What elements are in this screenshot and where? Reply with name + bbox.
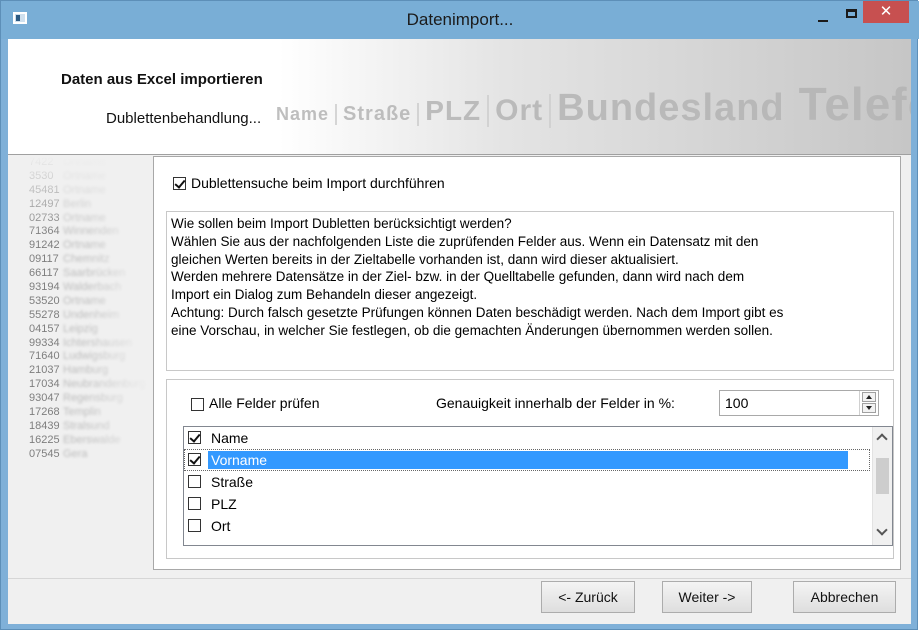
sidebar-zip: 09117 — [29, 253, 59, 266]
import-dialog-window: Datenimport... ✕ Name Straße PLZ Ort Bundesl… — [0, 0, 919, 630]
sidebar-zip: 04157 — [29, 322, 60, 335]
field-label[interactable]: Ort — [208, 517, 233, 535]
field-list-item[interactable]: PLZ — [184, 493, 870, 515]
header-background-graphic: NameStraßePLZOrtBundeslandTelefo — [270, 77, 911, 131]
sidebar-zip: 53520 — [29, 294, 60, 307]
sidebar-zip: 18439 — [29, 419, 60, 432]
header-bg-word: Name — [270, 104, 338, 125]
field-list-item[interactable]: Vorname — [184, 449, 870, 471]
duplicate-settings-panel: Dublettensuche beim Import durchführen W… — [153, 156, 901, 570]
minimize-button[interactable] — [809, 3, 837, 31]
spin-up-icon[interactable] — [862, 392, 876, 402]
sidebar-zip: 71640 — [29, 350, 60, 363]
header-bg-word: Telefo — [793, 77, 911, 131]
field-checkbox[interactable] — [188, 497, 201, 510]
sidebar-zip: 21037 — [29, 364, 60, 377]
field-list-item[interactable]: Straße — [184, 471, 870, 493]
field-list-item[interactable]: Ort — [184, 515, 870, 537]
field-label[interactable]: Straße — [208, 473, 256, 491]
sidebar-zip: 93047 — [29, 392, 60, 405]
accuracy-input[interactable]: 100 — [719, 390, 879, 416]
list-scrollbar[interactable] — [872, 427, 892, 545]
info-text-line: Import ein Dialog zum Behandeln dieser a… — [171, 287, 478, 302]
next-button[interactable]: Weiter -> — [662, 581, 752, 613]
cancel-button[interactable]: Abbrechen — [793, 581, 896, 613]
maximize-button[interactable] — [838, 3, 866, 31]
all-fields-checkbox[interactable] — [191, 398, 204, 411]
info-text-line: Wie sollen beim Import Dubletten berücks… — [171, 216, 512, 231]
field-selection-group: Alle Felder prüfen Genauigkeit innerhalb… — [166, 379, 894, 559]
page-subtitle: Dublettenbehandlung... — [106, 110, 262, 127]
sidebar-zip: 66117 — [29, 267, 59, 280]
duplicate-search-label[interactable]: Dublettensuche beim Import durchführen — [191, 175, 445, 191]
field-label[interactable]: Vorname — [208, 451, 848, 469]
field-checkbox[interactable] — [188, 475, 201, 488]
page-title: Daten aus Excel importieren — [61, 71, 263, 88]
header-bg-word: Bundesland — [551, 87, 793, 130]
accuracy-value[interactable]: 100 — [725, 395, 748, 411]
accuracy-spinner — [859, 391, 878, 415]
sidebar-decoration: 7422Ortname3530Ortname45481Ortname12497B… — [27, 156, 153, 570]
sidebar-zip: 99334 — [29, 336, 60, 349]
wizard-header: NameStraßePLZOrtBundeslandTelefo Daten a… — [8, 39, 911, 155]
scroll-up-icon[interactable] — [876, 433, 888, 445]
field-list-item[interactable]: Name — [184, 427, 870, 449]
header-bg-word: Straße — [337, 103, 420, 126]
scroll-down-icon[interactable] — [876, 524, 888, 536]
back-button[interactable]: <- Zurück — [541, 581, 635, 613]
accuracy-label: Genauigkeit innerhalb der Felder in %: — [436, 395, 675, 411]
field-checkbox[interactable] — [188, 519, 201, 532]
title-bar[interactable]: Datenimport... ✕ — [1, 1, 919, 39]
info-text-line: Werden mehrere Datensätze in der Ziel- b… — [171, 269, 745, 284]
fields-checklist[interactable]: Name Vorname Straße PLZ Ort — [183, 426, 893, 546]
dialog-client-area: NameStraßePLZOrtBundeslandTelefo Daten a… — [8, 39, 911, 624]
info-text-box: Wie sollen beim Import Dubletten berücks… — [166, 211, 894, 371]
sidebar-zip: 91242 — [29, 239, 60, 252]
sidebar-zip: 16225 — [29, 433, 60, 446]
scroll-thumb[interactable] — [876, 458, 889, 494]
sidebar-zip: 55278 — [29, 308, 60, 321]
info-text-line: Wählen Sie aus der nachfolgenden Liste d… — [171, 234, 759, 249]
field-checkbox[interactable] — [188, 453, 201, 466]
window-title: Datenimport... — [406, 10, 514, 29]
spin-down-icon[interactable] — [862, 403, 876, 413]
header-bg-word: Ort — [489, 94, 552, 128]
sidebar-zip: 07545 — [29, 447, 60, 460]
field-checkbox[interactable] — [188, 431, 201, 444]
header-bg-word: PLZ — [419, 95, 490, 127]
field-label[interactable]: PLZ — [208, 495, 240, 513]
info-text-line: Achtung: Durch falsch gesetzte Prüfungen… — [171, 305, 784, 320]
close-button[interactable]: ✕ — [863, 1, 909, 23]
duplicate-search-checkbox[interactable] — [173, 177, 186, 190]
sidebar-zip: 17034 — [29, 378, 60, 391]
sidebar-zip: 93194 — [29, 281, 60, 294]
footer-divider — [8, 578, 911, 579]
all-fields-label[interactable]: Alle Felder prüfen — [209, 395, 320, 411]
sidebar-fade-right — [87, 156, 153, 570]
info-text-line: eine Vorschau, in welcher Sie festlegen,… — [171, 323, 773, 338]
field-label[interactable]: Name — [208, 429, 251, 447]
sidebar-zip: 17268 — [29, 406, 60, 419]
info-text-line: gleichen Werten bereits in der Zieltabel… — [171, 252, 679, 267]
